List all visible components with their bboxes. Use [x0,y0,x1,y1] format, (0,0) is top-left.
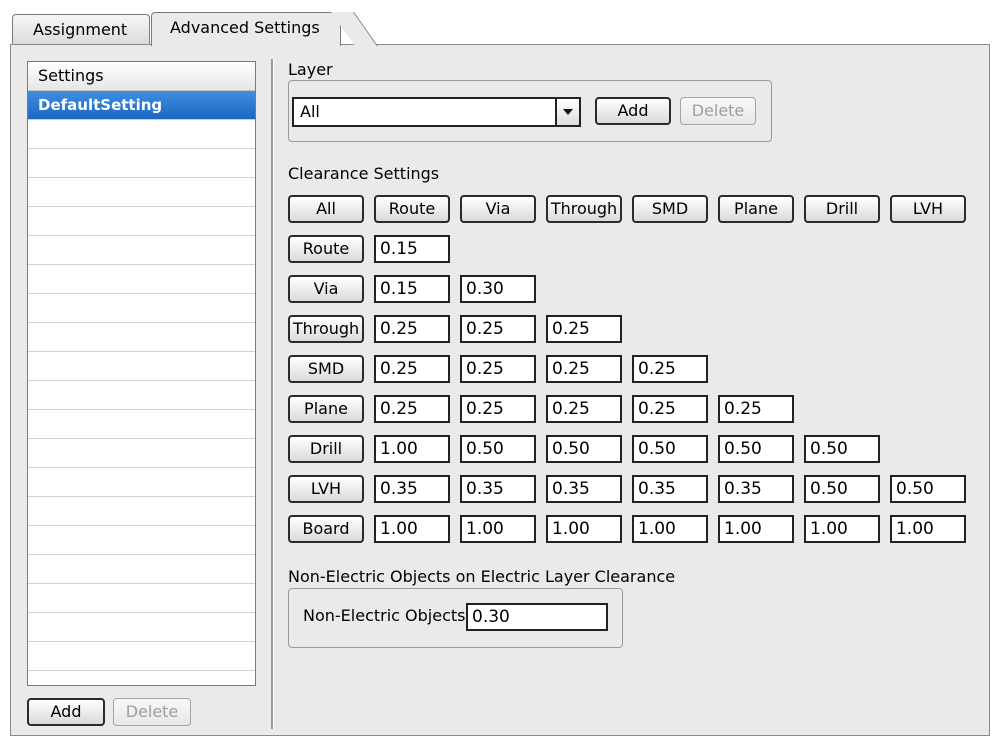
layer-title: Layer [288,60,333,79]
clearance-value-input[interactable]: 0.25 [632,395,708,423]
list-item [28,352,255,381]
clearance-value-input[interactable]: 0.25 [374,395,450,423]
clearance-value-input[interactable]: 0.50 [718,435,794,463]
list-item [28,613,255,642]
list-item [28,323,255,352]
clearance-value-input[interactable]: 0.25 [718,395,794,423]
list-item [28,584,255,613]
clearance-value-input[interactable]: 0.35 [374,475,450,503]
clearance-row-board-button[interactable]: Board [288,515,364,543]
settings-list-header: Settings [28,62,255,91]
list-item-defaultsetting[interactable]: DefaultSetting [28,91,255,120]
list-item [28,555,255,584]
clearance-value-input[interactable]: 0.15 [374,235,450,263]
clearance-row-drill-button[interactable]: Drill [288,435,364,463]
clearance-value-input[interactable]: 1.00 [632,515,708,543]
layer-delete-button: Delete [680,97,756,125]
clearance-value-input[interactable]: 0.25 [460,355,536,383]
clearance-value-input[interactable]: 0.25 [460,315,536,343]
list-item [28,468,255,497]
clearance-col-via-button[interactable]: Via [460,195,536,223]
clearance-value-input[interactable]: 0.50 [632,435,708,463]
list-item [28,207,255,236]
clearance-value-input[interactable]: 0.50 [804,435,880,463]
non-electric-input[interactable]: 0.30 [466,603,608,631]
list-item [28,236,255,265]
clearance-value-input[interactable]: 1.00 [374,515,450,543]
clearance-value-input[interactable]: 0.25 [546,395,622,423]
clearance-value-input[interactable]: 0.50 [460,435,536,463]
list-item [28,381,255,410]
clearance-value-input[interactable]: 0.15 [374,275,450,303]
clearance-row-lvh-button[interactable]: LVH [288,475,364,503]
clearance-value-input[interactable]: 1.00 [374,435,450,463]
list-item [28,410,255,439]
clearance-all-button[interactable]: All [288,195,364,223]
non-electric-title: Non-Electric Objects on Electric Layer C… [288,567,676,586]
clearance-value-input[interactable]: 0.50 [890,475,966,503]
clearance-col-plane-button[interactable]: Plane [718,195,794,223]
tab-advanced-settings[interactable]: Advanced Settings [151,12,341,46]
clearance-value-input[interactable]: 0.35 [718,475,794,503]
clearance-value-input[interactable]: 0.30 [460,275,536,303]
clearance-row-through-button[interactable]: Through [288,315,364,343]
clearance-value-input[interactable]: 1.00 [890,515,966,543]
clearance-value-input[interactable]: 0.35 [546,475,622,503]
clearance-title: Clearance Settings [288,164,440,183]
clearance-value-input[interactable]: 1.00 [460,515,536,543]
clearance-row-route-button[interactable]: Route [288,235,364,263]
panel-divider [271,59,274,729]
tab-bar: Assignment Advanced Settings [0,0,1003,46]
list-item [28,526,255,555]
layer-add-button[interactable]: Add [595,97,671,125]
list-item [28,294,255,323]
clearance-value-input[interactable]: 0.50 [804,475,880,503]
clearance-value-input[interactable]: 0.25 [632,355,708,383]
clearance-value-input[interactable]: 0.35 [632,475,708,503]
list-item [28,149,255,178]
clearance-value-input[interactable]: 0.25 [546,355,622,383]
clearance-value-input[interactable]: 1.00 [718,515,794,543]
clearance-value-input[interactable]: 0.25 [374,315,450,343]
clearance-row-smd-button[interactable]: SMD [288,355,364,383]
settings-add-button[interactable]: Add [27,698,105,726]
clearance-value-input[interactable]: 0.50 [546,435,622,463]
clearance-value-input[interactable]: 0.25 [460,395,536,423]
list-item [28,120,255,149]
settings-delete-button: Delete [113,698,191,726]
clearance-col-lvh-button[interactable]: LVH [890,195,966,223]
list-item [28,178,255,207]
clearance-value-input[interactable]: 1.00 [804,515,880,543]
chevron-down-icon[interactable] [555,99,579,125]
list-item [28,642,255,671]
clearance-value-input[interactable]: 0.35 [460,475,536,503]
list-item [28,497,255,526]
clearance-value-input[interactable]: 1.00 [546,515,622,543]
clearance-row-plane-button[interactable]: Plane [288,395,364,423]
layer-select-value: All [300,102,320,121]
settings-list: Settings DefaultSetting [27,61,256,686]
tab-assignment[interactable]: Assignment [12,14,150,44]
clearance-col-smd-button[interactable]: SMD [632,195,708,223]
clearance-row-via-button[interactable]: Via [288,275,364,303]
clearance-col-drill-button[interactable]: Drill [804,195,880,223]
list-item [28,265,255,294]
clearance-col-route-button[interactable]: Route [374,195,450,223]
list-item [28,439,255,468]
clearance-value-input[interactable]: 0.25 [374,355,450,383]
clearance-col-through-button[interactable]: Through [546,195,622,223]
clearance-value-input[interactable]: 0.25 [546,315,622,343]
settings-list-empty-rows [28,120,255,671]
layer-select[interactable]: All [292,97,581,127]
non-electric-label: Non-Electric Objects [303,606,466,625]
